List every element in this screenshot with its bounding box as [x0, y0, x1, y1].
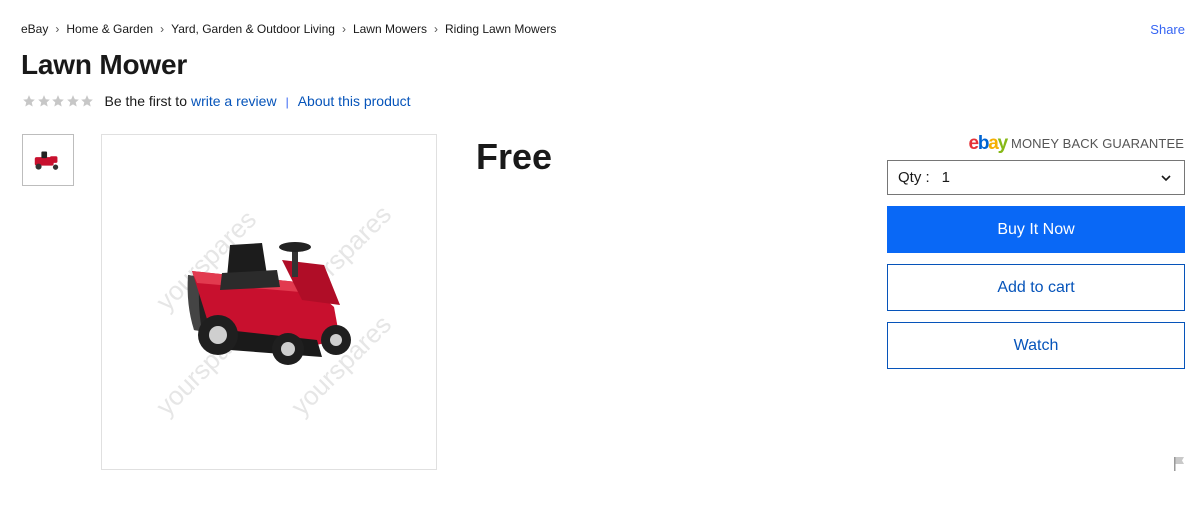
page-title: Lawn Mower: [21, 49, 188, 80]
main-product-image[interactable]: yourspares yourspares yourspares yourspa…: [101, 134, 437, 470]
about-product-link[interactable]: About this product: [298, 93, 411, 109]
money-back-guarantee[interactable]: ebay MONEY BACK GUARANTEE: [969, 134, 1185, 154]
rating-row: Be the first to write a review | About t…: [22, 93, 411, 109]
rating-separator: |: [285, 95, 289, 109]
breadcrumb-item-home-garden[interactable]: Home & Garden: [66, 22, 153, 36]
image-thumbnail[interactable]: [22, 134, 74, 186]
watch-button[interactable]: Watch: [887, 322, 1185, 369]
breadcrumb: eBay › Home & Garden › Yard, Garden & Ou…: [21, 22, 556, 36]
rating-stars: [22, 94, 95, 108]
star-icon: [66, 95, 79, 107]
price: Free: [476, 136, 553, 177]
star-icon: [37, 95, 50, 107]
flag-icon[interactable]: [1173, 456, 1185, 472]
star-icon: [81, 95, 93, 107]
chevron-right-icon: ›: [55, 22, 60, 36]
chevron-right-icon: ›: [341, 22, 346, 36]
chevron-down-icon: [1161, 175, 1171, 182]
breadcrumb-item-lawn-mowers[interactable]: Lawn Mowers: [353, 22, 427, 36]
buy-it-now-button[interactable]: Buy It Now: [887, 206, 1185, 253]
quantity-select[interactable]: Qty : 1: [887, 160, 1185, 195]
chevron-right-icon: ›: [433, 22, 438, 36]
rating-prefix: Be the first to: [104, 93, 187, 109]
breadcrumb-item-yard-garden[interactable]: Yard, Garden & Outdoor Living: [171, 22, 335, 36]
star-icon: [52, 95, 64, 107]
add-to-cart-button[interactable]: Add to cart: [887, 264, 1185, 311]
chevron-right-icon: ›: [160, 22, 165, 36]
breadcrumb-item-riding-lawn-mowers[interactable]: Riding Lawn Mowers: [445, 22, 556, 36]
write-review-link[interactable]: write a review: [191, 93, 277, 109]
star-icon: [23, 95, 35, 107]
lawn-mower-image: [187, 242, 351, 365]
share-link[interactable]: Share: [1150, 22, 1185, 37]
quantity-value: 1: [941, 169, 951, 186]
quantity-label: Qty :: [898, 169, 930, 186]
guarantee-text: MONEY BACK GUARANTEE: [1011, 136, 1184, 151]
mower-thumbnail-image: [34, 151, 59, 170]
breadcrumb-item-ebay[interactable]: eBay: [21, 22, 48, 36]
ebay-logo-icon: ebay: [968, 133, 1009, 154]
